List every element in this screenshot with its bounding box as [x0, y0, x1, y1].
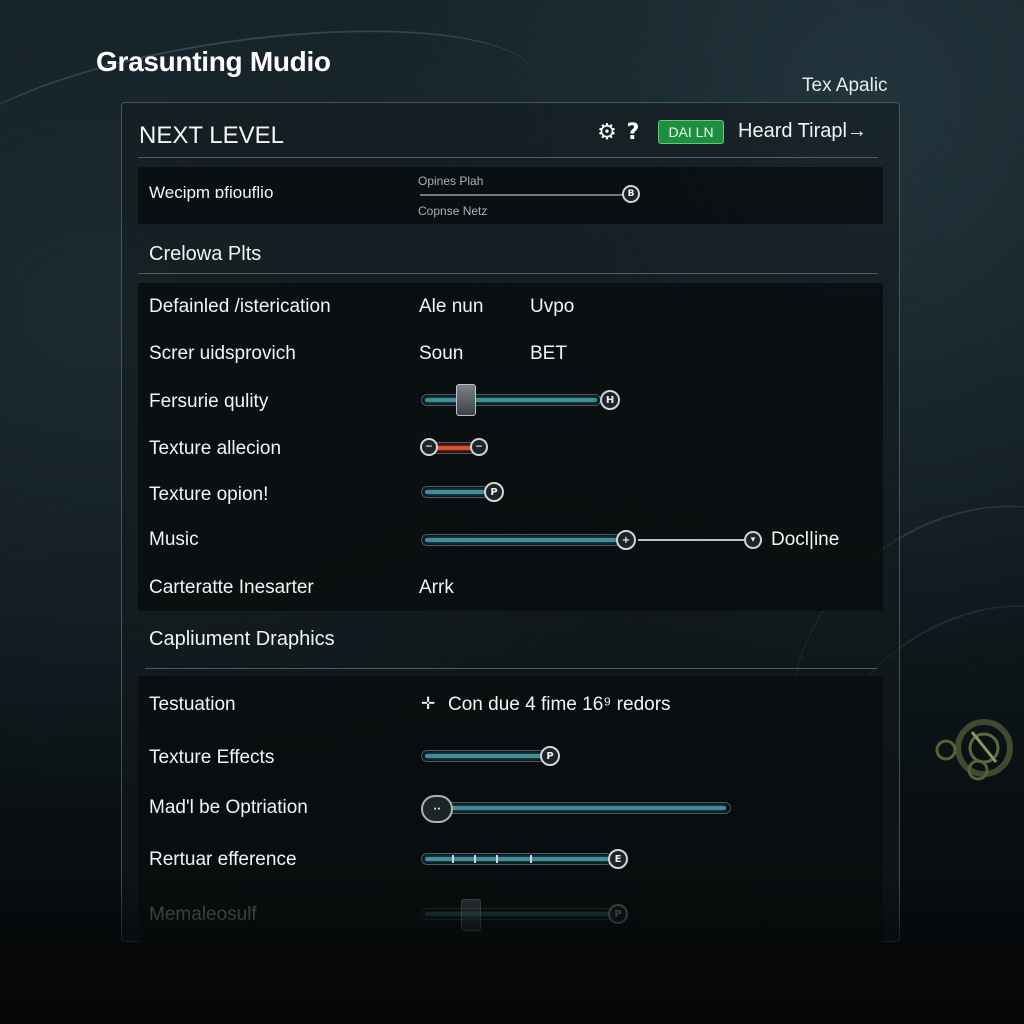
slider-tick: [452, 855, 454, 863]
setting-label: Carteratte Inesarter: [149, 577, 314, 598]
divider: [138, 273, 878, 274]
definition-option[interactable]: Ale nun: [419, 296, 483, 318]
section-title: Crelowa Plts: [149, 243, 262, 265]
quality-slider[interactable]: [421, 394, 601, 406]
corner-label: Tex Apalic: [802, 75, 888, 96]
slider-fill: [425, 538, 617, 542]
music-slider[interactable]: [421, 534, 621, 546]
setting-label: Fersurie qulity: [149, 391, 269, 412]
slider-tick: [496, 855, 498, 863]
slider-fill: [425, 754, 543, 758]
music-slider-end-knob[interactable]: ▾: [744, 531, 762, 549]
setting-label: Music: [149, 529, 199, 550]
help-icon[interactable]: ?: [621, 118, 645, 146]
optimization-slider[interactable]: [421, 802, 731, 814]
slider-tick: [530, 855, 532, 863]
slider-fill: [425, 912, 609, 916]
music-trailing-label: Docl|ine: [771, 529, 840, 550]
music-slider-rest: [638, 539, 746, 541]
slider-fill: [425, 490, 485, 494]
top-row-slider-knob[interactable]: B: [622, 185, 640, 203]
allocation-slider-knob[interactable]: −: [420, 438, 438, 456]
reference-slider[interactable]: [421, 853, 613, 865]
definition-option[interactable]: Uvpo: [530, 296, 574, 318]
top-row-slider-track[interactable]: [420, 194, 624, 196]
setting-label: Defainled /isterication: [149, 296, 331, 317]
header-link[interactable]: Heard Tirapl→: [738, 120, 867, 143]
screen-option[interactable]: BET: [530, 343, 567, 365]
allocation-slider-knob[interactable]: −: [470, 438, 488, 456]
optimization-slider-knob[interactable]: ··: [421, 795, 453, 823]
carter-option[interactable]: Arrk: [419, 577, 454, 599]
setting-label: Mad'l be Optriation: [149, 797, 308, 818]
panel-title: NEXT LEVEL: [139, 122, 284, 149]
effects-slider[interactable]: [421, 750, 547, 762]
app-title: Grasunting Mudio: [96, 46, 331, 77]
faded-slider[interactable]: [421, 908, 613, 920]
testuation-value[interactable]: Con due 4 fime 16⁹ redors: [448, 694, 671, 716]
reference-slider-knob[interactable]: E: [608, 849, 628, 869]
top-row-label: Wecipm ɒfiouflio: [149, 183, 274, 202]
faded-slider-thumb[interactable]: [461, 899, 481, 931]
option-slider-knob[interactable]: P: [484, 482, 504, 502]
setting-label: Screr uidsprovich: [149, 343, 296, 364]
setting-label: Texture Effects: [149, 747, 275, 768]
setting-label: Testuation: [149, 694, 236, 715]
top-row-caption: Opines Plah: [418, 174, 484, 188]
setting-label: Rertuar efference: [149, 849, 297, 870]
option-slider[interactable]: [421, 486, 489, 498]
quality-slider-thumb[interactable]: [456, 384, 476, 416]
slider-fill: [425, 398, 597, 402]
ornament-icon: [935, 719, 1013, 781]
slider-tick: [474, 855, 476, 863]
screen-option[interactable]: Soun: [419, 343, 463, 365]
gear-icon[interactable]: ⚙: [595, 118, 619, 146]
section-title: Capliument Draphics: [149, 628, 335, 650]
effects-slider-knob[interactable]: P: [540, 746, 560, 766]
divider: [138, 157, 878, 158]
quality-slider-end-knob[interactable]: H: [600, 390, 620, 410]
slider-fill: [444, 806, 726, 810]
music-slider-knob[interactable]: +: [616, 530, 636, 550]
setting-label: Texture allecion: [149, 438, 282, 459]
status-badge: DAI LN: [658, 120, 724, 144]
setting-label: Memaleosulf: [149, 904, 257, 925]
divider: [145, 668, 877, 669]
setting-label: Texture opion!: [149, 484, 269, 505]
top-row-caption: Copnse Netz: [418, 204, 488, 218]
faded-slider-knob[interactable]: P: [608, 904, 628, 924]
testuation-crosshair-icon: ✛: [421, 694, 436, 713]
